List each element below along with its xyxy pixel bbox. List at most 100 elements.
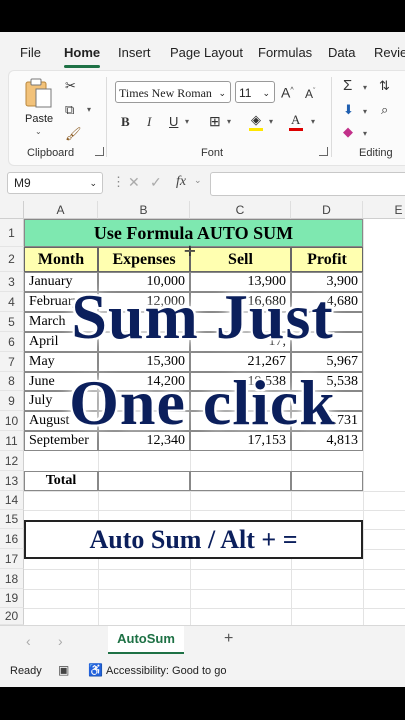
row-header[interactable]: 1	[0, 219, 24, 247]
total-sell-cell[interactable]	[190, 471, 291, 491]
chevron-down-icon[interactable]: ▾	[185, 117, 189, 126]
gridline	[24, 491, 405, 492]
overlay-text-line2: One click	[69, 367, 336, 438]
font-size-value: 11	[239, 86, 252, 100]
column-header-b[interactable]: B	[98, 201, 190, 219]
find-select-icon[interactable]: ⌕	[381, 103, 388, 117]
scroll-right-icon[interactable]: ›	[58, 633, 63, 649]
header-sell[interactable]: Sell	[190, 247, 291, 272]
borders-icon[interactable]: ⊞	[209, 114, 221, 128]
total-label-cell[interactable]: Total	[24, 471, 98, 491]
row-header[interactable]: 19	[0, 589, 24, 608]
gridline	[24, 569, 405, 570]
row-header[interactable]: 12	[0, 451, 24, 471]
enter-icon[interactable]: ✓	[150, 174, 162, 191]
insert-function-button[interactable]: fx	[176, 174, 186, 190]
fill-color-icon[interactable]: ◈	[251, 113, 261, 127]
cut-icon[interactable]: ✂	[65, 79, 76, 93]
chevron-down-icon[interactable]: ▾	[363, 129, 367, 138]
add-sheet-button[interactable]: +	[224, 630, 233, 648]
column-header-a[interactable]: A	[24, 201, 98, 219]
header-month[interactable]: Month	[24, 247, 98, 272]
font-name-select[interactable]: Times New Roman ⌄	[115, 81, 231, 103]
chevron-down-icon[interactable]: ▾	[311, 117, 315, 126]
total-profit-cell[interactable]	[291, 471, 363, 491]
menu-insert[interactable]: Insert	[118, 45, 151, 60]
chevron-down-icon: ⌄	[35, 127, 42, 136]
scroll-left-icon[interactable]: ‹	[26, 633, 31, 649]
autosum-icon[interactable]: Σ	[343, 78, 352, 93]
chevron-down-icon[interactable]: ⌄	[194, 175, 202, 186]
menu-home[interactable]: Home	[64, 45, 100, 60]
sheet-tabs-bar: ‹ › AutoSum +	[0, 625, 405, 658]
more-options-icon[interactable]: ⋮	[112, 174, 125, 190]
chevron-down-icon[interactable]: ▾	[227, 117, 231, 126]
select-all-corner[interactable]	[0, 201, 24, 219]
total-expenses-cell[interactable]	[98, 471, 190, 491]
name-box[interactable]: M9 ⌄	[7, 172, 103, 194]
active-tab-indicator	[64, 65, 100, 68]
menu-review[interactable]: Review	[374, 45, 405, 60]
bold-icon[interactable]: B	[121, 115, 130, 129]
paste-button[interactable]: Paste ⌄	[23, 77, 57, 136]
font-color-swatch	[289, 128, 303, 131]
column-header-d[interactable]: D	[291, 201, 363, 219]
name-box-value: M9	[14, 176, 31, 190]
chevron-down-icon[interactable]: ▾	[269, 117, 273, 126]
header-expenses[interactable]: Expenses	[98, 247, 190, 272]
decrease-font-icon[interactable]: Aˇ	[305, 85, 315, 101]
sort-filter-icon[interactable]: ⇅	[379, 79, 390, 93]
underline-icon[interactable]: U	[169, 115, 178, 129]
overlay-text-line1: Sum Just	[71, 281, 334, 352]
menu-page-layout[interactable]: Page Layout	[170, 45, 243, 60]
accessibility-icon[interactable]: ♿	[88, 663, 103, 677]
row-header[interactable]: 15	[0, 510, 24, 529]
row-header[interactable]: 14	[0, 491, 24, 510]
row-header[interactable]: 13	[0, 471, 24, 491]
sheet-tab-autosum[interactable]: AutoSum	[108, 626, 184, 654]
row-header[interactable]: 2	[0, 247, 24, 272]
fill-down-icon[interactable]: ⬇	[343, 103, 354, 117]
menu-file[interactable]: File	[20, 45, 41, 60]
header-profit[interactable]: Profit	[291, 247, 363, 272]
menu-data[interactable]: Data	[328, 45, 355, 60]
increase-font-icon[interactable]: A^	[281, 84, 294, 100]
row-header[interactable]: 16	[0, 529, 24, 549]
editing-group-label: Editing	[359, 147, 393, 159]
status-ready: Ready	[10, 665, 42, 677]
gridline	[24, 510, 405, 511]
cancel-icon[interactable]: ✕	[128, 174, 140, 191]
divider	[331, 77, 332, 157]
font-color-icon[interactable]: A	[291, 113, 300, 127]
font-size-select[interactable]: 11 ⌄	[235, 81, 275, 103]
row-header[interactable]: 20	[0, 608, 24, 625]
clipboard-launcher-icon[interactable]	[95, 147, 104, 156]
chevron-down-icon[interactable]: ▾	[363, 107, 367, 116]
shortcut-box[interactable]: Auto Sum / Alt + =	[24, 520, 363, 559]
formula-input[interactable]	[210, 172, 405, 196]
clipboard-icon	[25, 78, 52, 108]
macro-recording-icon[interactable]: ▣	[58, 663, 69, 677]
chevron-down-icon[interactable]: ▾	[87, 105, 91, 114]
chevron-down-icon[interactable]: ▾	[363, 83, 367, 92]
row-header[interactable]: 17	[0, 549, 24, 569]
format-painter-icon[interactable]: 🖌	[65, 127, 82, 141]
font-launcher-icon[interactable]	[319, 147, 328, 156]
font-name-value: Times New Roman	[119, 86, 212, 100]
gridline	[24, 589, 405, 590]
menu-formulas[interactable]: Formulas	[258, 45, 312, 60]
row-header[interactable]: 18	[0, 569, 24, 589]
copy-icon[interactable]: ⧉	[65, 103, 74, 117]
status-bar: Ready ▣ ♿ Accessibility: Good to go	[0, 657, 405, 687]
accessibility-status[interactable]: Accessibility: Good to go	[106, 665, 226, 677]
clear-icon[interactable]: ◆	[343, 125, 353, 139]
column-header-e[interactable]: E	[363, 201, 405, 219]
chevron-down-icon: ⌄	[262, 88, 270, 98]
font-group-label: Font	[201, 147, 224, 159]
formula-bar: M9 ⌄ ⋮ ✕ ✓ fx ⌄	[0, 170, 405, 198]
fill-color-swatch	[249, 128, 263, 131]
excel-window: File Home Insert Page Layout Formulas Da…	[0, 32, 405, 687]
divider	[106, 77, 107, 157]
italic-icon[interactable]: I	[147, 115, 151, 129]
column-header-c[interactable]: C	[190, 201, 291, 219]
